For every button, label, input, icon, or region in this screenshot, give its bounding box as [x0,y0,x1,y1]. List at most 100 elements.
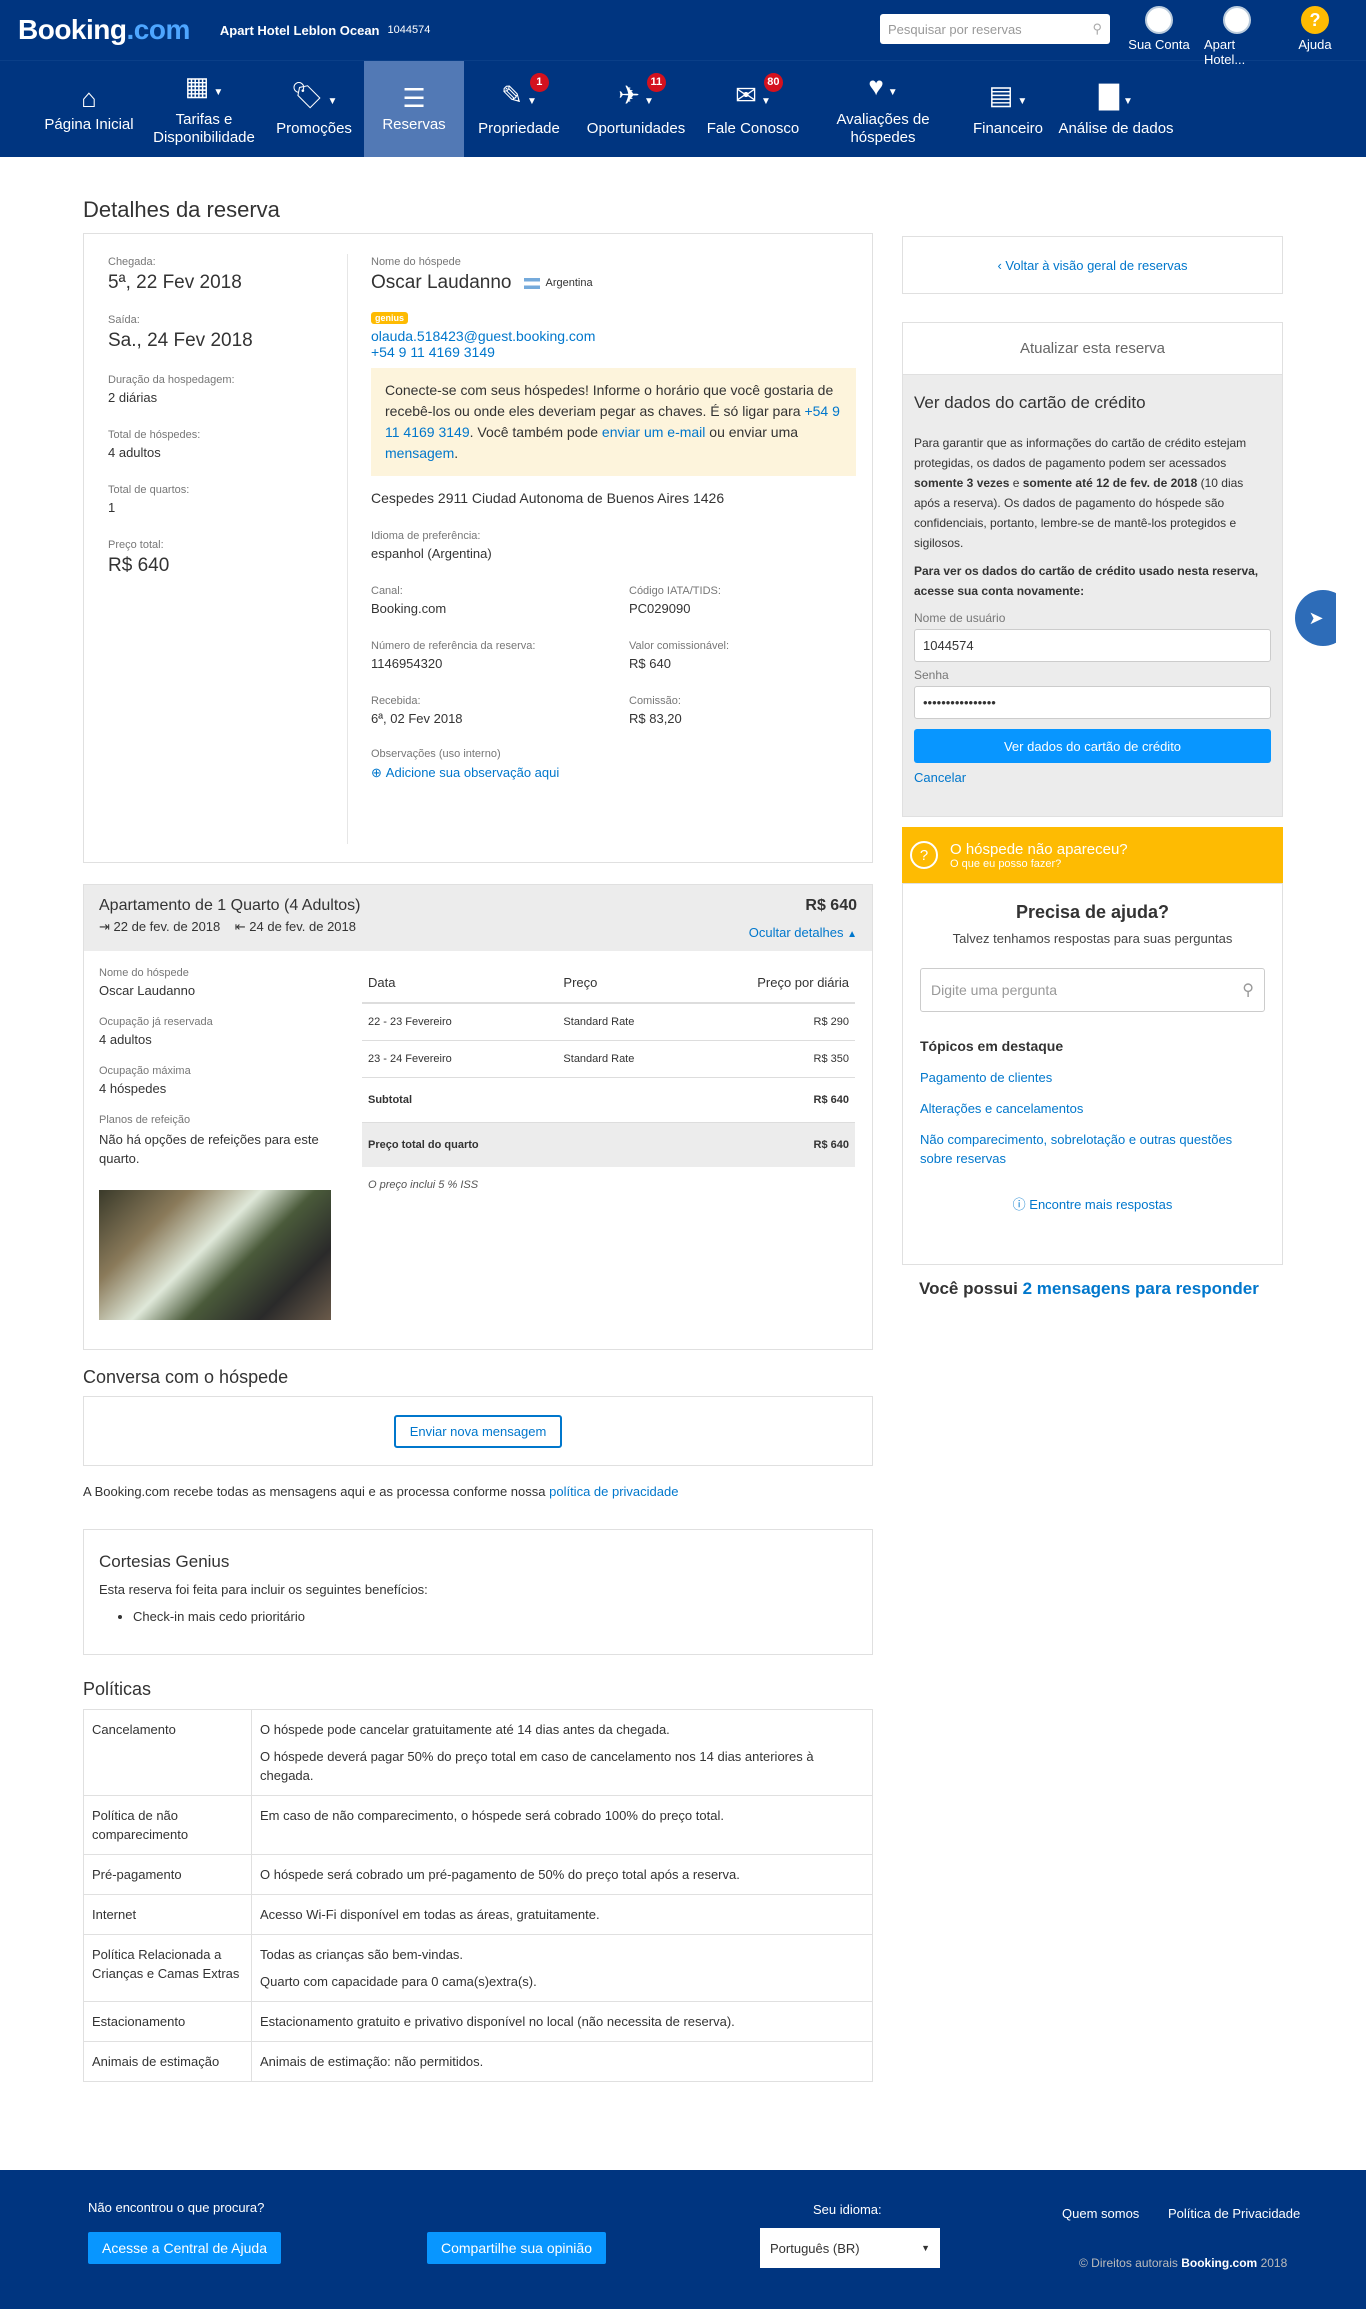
max-occupancy-value: 4 hóspedes [99,1081,167,1096]
cancel-link[interactable]: Cancelar [914,770,966,785]
add-note-link[interactable]: Adicione sua observação aqui [386,765,559,780]
rocket-floating-button[interactable]: ➤ [1295,590,1336,646]
policy-text: Em caso de não comparecimento, o hóspede… [251,1795,873,1855]
price-label: Preço total: [108,539,164,551]
view-credit-card-button[interactable]: Ver dados do cartão de crédito [914,729,1271,763]
policy-text: Animais de estimação: não permitidos. [251,2041,873,2082]
messages-to-answer-link[interactable]: 2 mensagens para responder [1023,1279,1259,1298]
hide-details-link[interactable]: Ocultar detalhes [749,925,844,940]
col-nightly: Preço por diária [757,975,849,990]
nav-item-8[interactable]: ▤ ▼ Financeiro [958,61,1058,157]
meal-plan-label: Planos de refeição [99,1114,191,1126]
no-show-banner[interactable]: ? O hóspede não apareceu? O que eu posso … [902,827,1283,883]
policy-name: Pré-pagamento [83,1854,252,1895]
genius-perks-intro: Esta reserva foi feita para incluir os s… [99,1582,428,1597]
nav-label: Avaliações de hóspedes [836,110,930,146]
send-message-button[interactable]: Enviar nova mensagem [393,1414,563,1448]
help-title: Precisa de ajuda? [1015,902,1170,922]
privacy-policy-link[interactable]: política de privacidade [549,1484,678,1499]
policies-table: Cancelamento O hóspede pode cancelar grat… [83,1709,873,2082]
account-menu[interactable]: Sua Conta [1126,6,1192,67]
policy-name: Cancelamento [83,1709,252,1796]
policy-row: Pré-pagamento O hóspede será cobrado um p… [83,1854,873,1895]
tag-icon: 🏷 ▼ [290,79,338,110]
room-photo[interactable] [99,1190,331,1320]
send-email-link[interactable]: enviar um e-mail [602,424,705,440]
help-topic-link[interactable]: Não comparecimento, sobrelotação e outra… [920,1130,1265,1168]
guest-name: Oscar Laudanno [371,272,512,293]
help-icon: ? [1301,6,1329,34]
copyright: © Direitos autorais Booking.com 2018 [1079,2256,1288,2270]
departure-date: Sa., 24 Fev 2018 [108,330,253,351]
nav-item-4[interactable]: ✎ 1 ▼ Propriedade [464,61,574,157]
caret-down-icon: ▼ [1017,95,1028,107]
language-select[interactable]: Português (BR) ▼ [760,2228,940,2268]
home-icon: ⌂ [81,83,97,113]
help-menu[interactable]: ? Ajuda [1282,6,1348,67]
duration-value: 2 diárias [108,390,158,405]
nav-item-1[interactable]: ▦ ▼ Tarifas e Disponibilidade [144,61,264,157]
chevron-up-icon[interactable]: ▲ [847,929,857,940]
channel-label: Canal: [371,585,403,597]
arrival-date: 5ª, 22 Fev 2018 [108,272,242,293]
nav-item-9[interactable]: ▇ ▼ Análise de dados [1058,61,1174,157]
help-center-button[interactable]: Acesse a Central de Ajuda [88,2232,281,2264]
policy-text: Estacionamento gratuito e privativo disp… [251,2001,873,2042]
iata-label: Código IATA/TIDS: [629,585,721,597]
departure-label: Saída: [108,314,140,326]
policy-name: Política Relacionada a Crianças e Camas … [83,1934,252,2002]
rooms-value: 1 [108,500,116,515]
room-details-card: Apartamento de 1 Quarto (4 Adultos) ⇥ 22… [83,884,873,1350]
privacy-link[interactable]: Política de Privacidade [1168,2206,1300,2221]
nav-item-5[interactable]: ✈ 11 ▼ Oportunidades [574,61,698,157]
guest-phone-link[interactable]: +54 9 11 4169 3149 [371,344,495,360]
cc-info: Para garantir que as informações do cart… [914,436,1247,550]
policy-text: O hóspede será cobrado um pré-pagamento … [251,1854,873,1895]
find-more-answers-link[interactable]: Encontre mais respostas [1029,1197,1172,1212]
chevron-left-icon[interactable]: ‹ [997,258,1005,273]
about-link[interactable]: Quem somos [1062,2206,1139,2221]
info-icon: ⓘ [1012,1197,1026,1212]
checkout-icon: ⇤ [234,919,246,934]
booking-logo[interactable]: Booking.com [18,14,190,46]
search-icon[interactable]: ⚲ [1242,980,1254,1000]
nav-item-3[interactable]: ☰ Reservas [364,61,464,157]
help-topic-link[interactable]: Pagamento de clientes [920,1068,1265,1087]
hotel-avatar-icon [1223,6,1251,34]
password-input[interactable]: •••••••••••••••• [914,686,1271,719]
calendar-icon: ▦ ▼ [184,70,224,101]
nav-item-0[interactable]: ⌂ Página Inicial [34,61,144,157]
no-show-title[interactable]: O hóspede não apareceu? [950,841,1128,858]
no-show-subtitle[interactable]: O que eu posso fazer? [950,858,1128,870]
help-search-input[interactable]: Digite uma pergunta ⚲ [920,968,1265,1012]
send-message-link[interactable]: mensagem [385,445,454,461]
update-booking-tab[interactable]: Atualizar esta reserva [903,323,1282,375]
reference-number: 1146954320 [371,656,443,671]
reservation-search-input[interactable]: Pesquisar por reservas ⚲ [880,14,1110,44]
iata-value: PC029090 [629,601,691,616]
nav-label: Promoções [276,119,352,137]
policy-row: Animais de estimação Animais de estimação… [83,2041,873,2082]
feedback-button[interactable]: Compartilhe sua opinião [427,2232,606,2264]
reference-label: Número de referência da reserva: [371,640,536,652]
conversation-title: Conversa com o hóspede [83,1367,289,1387]
help-panel: Precisa de ajuda? Talvez tenhamos respos… [902,883,1283,1265]
hotel-name: Apart Hotel Leblon Ocean [219,22,380,38]
caret-down-icon: ▼ [1123,95,1133,107]
back-link-box: ‹ Voltar à visão geral de reservas [902,236,1283,294]
policy-name: Estacionamento [83,2001,252,2042]
search-icon[interactable]: ⚲ [1092,21,1102,37]
nav-item-7[interactable]: ♥ ▼ Avaliações de hóspedes [808,61,958,157]
guest-email-link[interactable]: olauda.518423@guest.booking.com [371,328,595,344]
hotel-menu[interactable]: Apart Hotel... [1204,6,1270,67]
nav-item-6[interactable]: ✉ 80 ▼ Fale Conosco [698,61,808,157]
channel-value: Booking.com [371,601,447,616]
subtotal-label: Subtotal [368,1094,412,1106]
heart-icon: ♥ ▼ [868,70,898,101]
received-date: 6ª, 02 Fev 2018 [371,711,463,726]
divider [347,254,348,844]
back-to-reservations-link[interactable]: Voltar à visão geral de reservas [1005,258,1187,273]
nav-item-2[interactable]: 🏷 ▼ Promoções [264,61,364,157]
help-topic-link[interactable]: Alterações e cancelamentos [920,1099,1265,1118]
username-input[interactable]: 1044574 [914,629,1271,662]
